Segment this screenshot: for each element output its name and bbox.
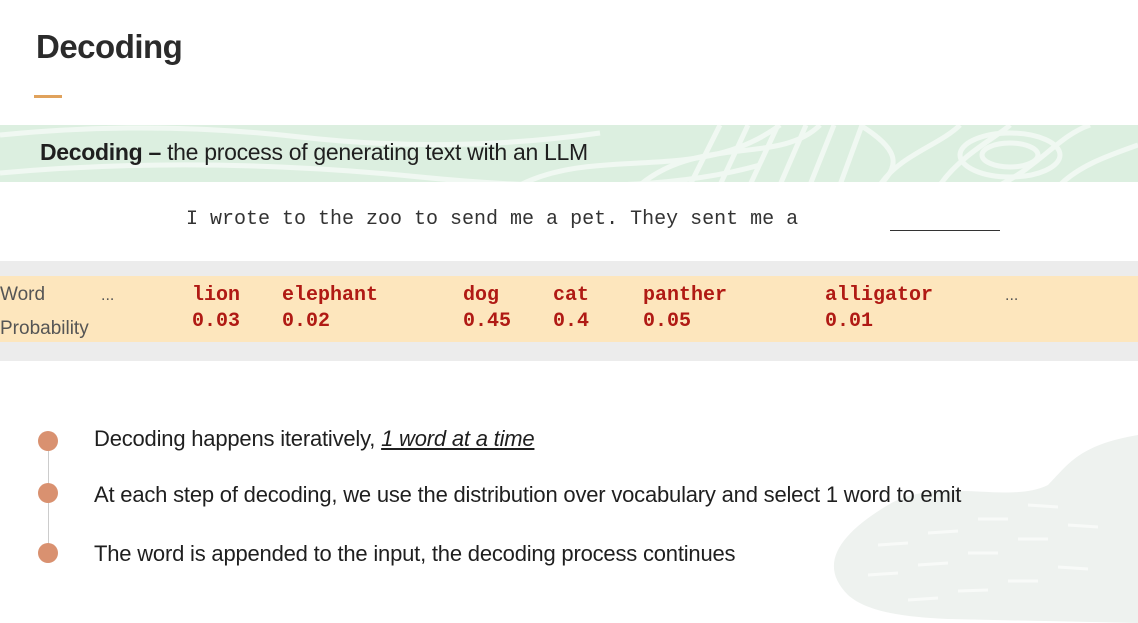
row-label-probability: Probability [0,318,89,339]
probability-dog: 0.45 [463,310,512,333]
definition-dash: – [142,139,168,165]
probability-cat: 0.4 [553,310,590,333]
word-cat: cat [553,284,590,307]
example-sentence: I wrote to the zoo to send me a pet. The… [186,208,799,231]
word-panther: panther [643,284,728,307]
definition-text: Decoding – the process of generating tex… [40,139,588,166]
word-dog: dog [463,284,500,307]
definition-term: Decoding [40,139,143,165]
probability-elephant: 0.02 [282,310,331,333]
probability-alligator: 0.01 [825,310,874,333]
bullet-1-emphasis: 1 word at a time [381,426,535,451]
ellipsis-right: ... [1005,287,1019,304]
word-alligator: alligator [825,284,934,307]
blank-line [890,230,1000,231]
probability-panther: 0.05 [643,310,692,333]
title-accent-bar [34,95,62,98]
ellipsis-left: ... [101,287,115,304]
bullet-dot-3 [38,543,58,563]
definition-description: the process of generating text with an L… [167,139,588,165]
bullet-1-text: Decoding happens iteratively, [94,426,382,451]
bullet-1: Decoding happens iteratively, 1 word at … [94,426,535,452]
bullet-3: The word is appended to the input, the d… [94,541,736,566]
bullet-dot-1 [38,431,58,451]
row-label-word: Word [0,284,46,305]
bullet-dot-2 [38,483,58,503]
bullet-2: At each step of decoding, we use the dis… [94,482,962,507]
slide-title: Decoding [36,28,183,65]
word-lion: lion [192,284,241,307]
word-elephant: elephant [282,284,379,307]
probability-lion: 0.03 [192,310,241,333]
decorative-blob [833,435,1138,623]
